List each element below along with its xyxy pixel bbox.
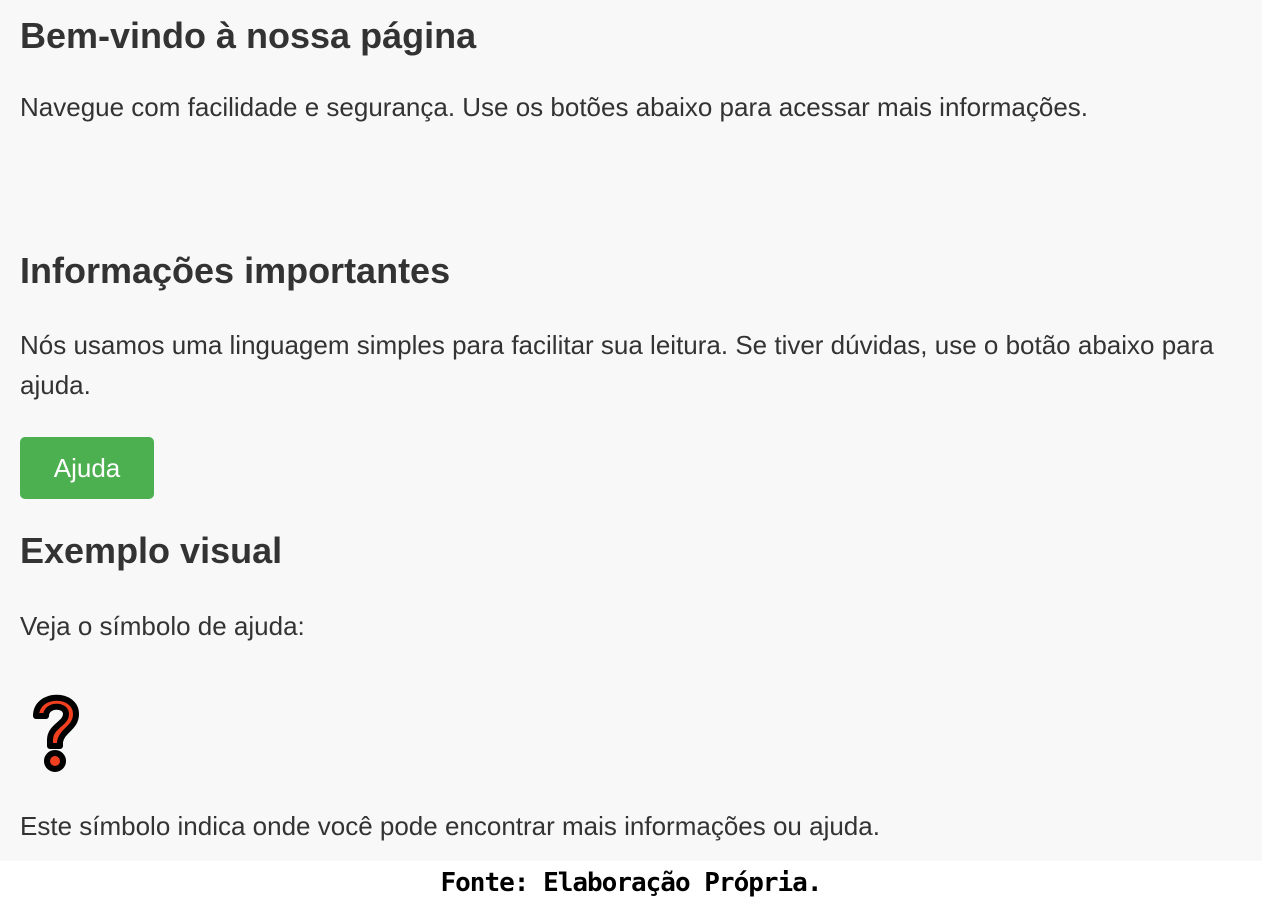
example-text: Veja o símbolo de ajuda:	[20, 611, 305, 641]
symbol-description: Este símbolo indica onde você pode encon…	[20, 811, 880, 841]
help-button[interactable]: Ajuda	[20, 437, 154, 499]
question-mark-icon	[33, 694, 79, 772]
welcome-heading: Bem-vindo à nossa página	[20, 15, 477, 56]
welcome-text: Navegue com facilidade e segurança. Use …	[20, 92, 1089, 122]
page: Bem-vindo à nossa página Navegue com fac…	[0, 0, 1262, 861]
info-text: Nós usamos uma linguagem simples para fa…	[20, 330, 1214, 400]
figure-caption: Fonte: Elaboração Própria.	[440, 868, 823, 898]
example-heading: Exemplo visual	[20, 530, 283, 571]
info-heading: Informações importantes	[20, 250, 451, 291]
